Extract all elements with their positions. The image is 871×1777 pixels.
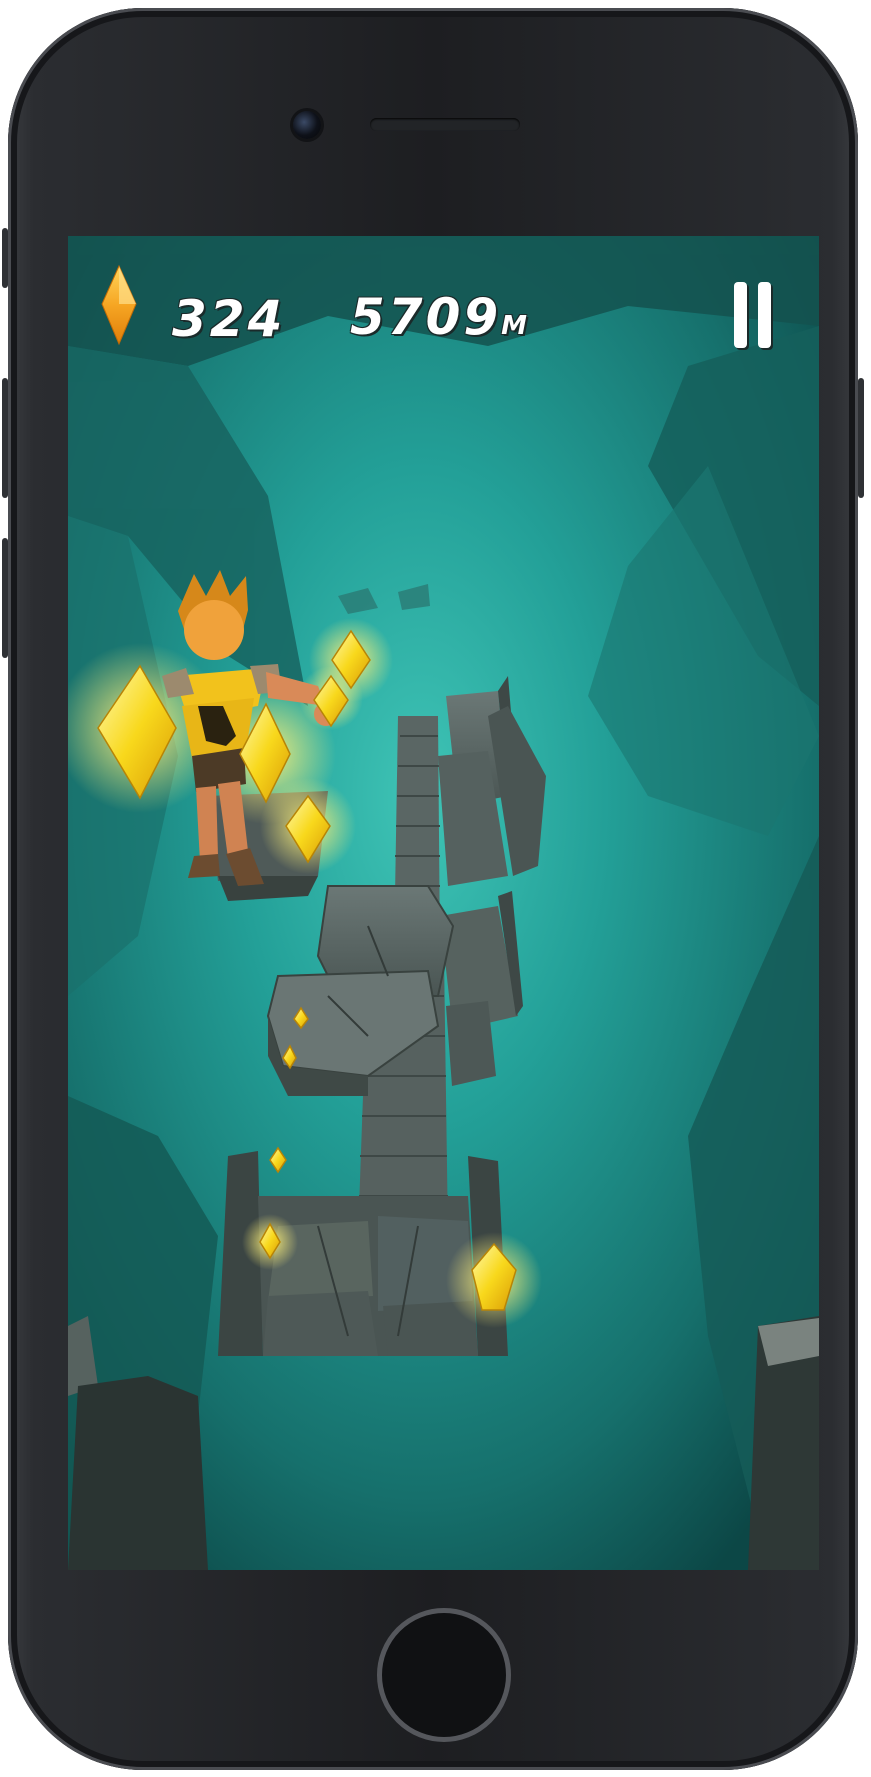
power-button: [858, 378, 864, 498]
mute-switch: [2, 228, 8, 288]
earpiece-speaker: [370, 118, 520, 131]
game-scene: [68, 236, 819, 1570]
volume-down-button: [2, 538, 8, 658]
front-camera: [293, 111, 321, 139]
volume-up-button: [2, 378, 8, 498]
pause-icon: [758, 282, 771, 348]
home-button[interactable]: [377, 1608, 511, 1742]
game-screen[interactable]: 324 5709M: [68, 236, 819, 1570]
phone-frame: 324 5709M: [2, 8, 864, 1770]
pause-icon: [734, 282, 747, 348]
gem-count: 324: [172, 290, 286, 348]
game-hud: 324 5709M: [68, 236, 819, 366]
distance-counter: 5709M: [350, 288, 527, 346]
pause-button[interactable]: [728, 282, 776, 350]
distance-value: 5709: [350, 288, 502, 346]
distance-unit: M: [501, 311, 528, 341]
